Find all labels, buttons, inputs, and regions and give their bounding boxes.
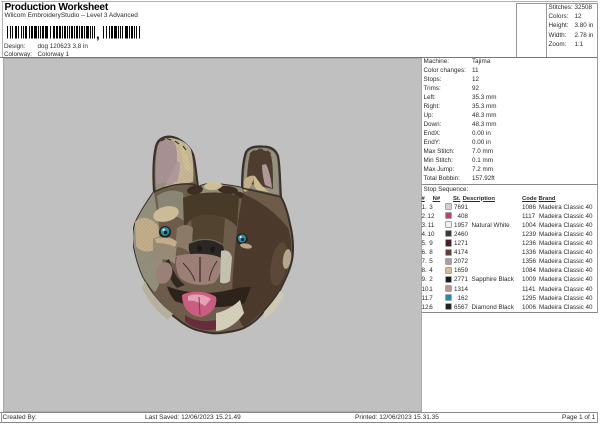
svg-text:,: ,: [96, 27, 100, 42]
